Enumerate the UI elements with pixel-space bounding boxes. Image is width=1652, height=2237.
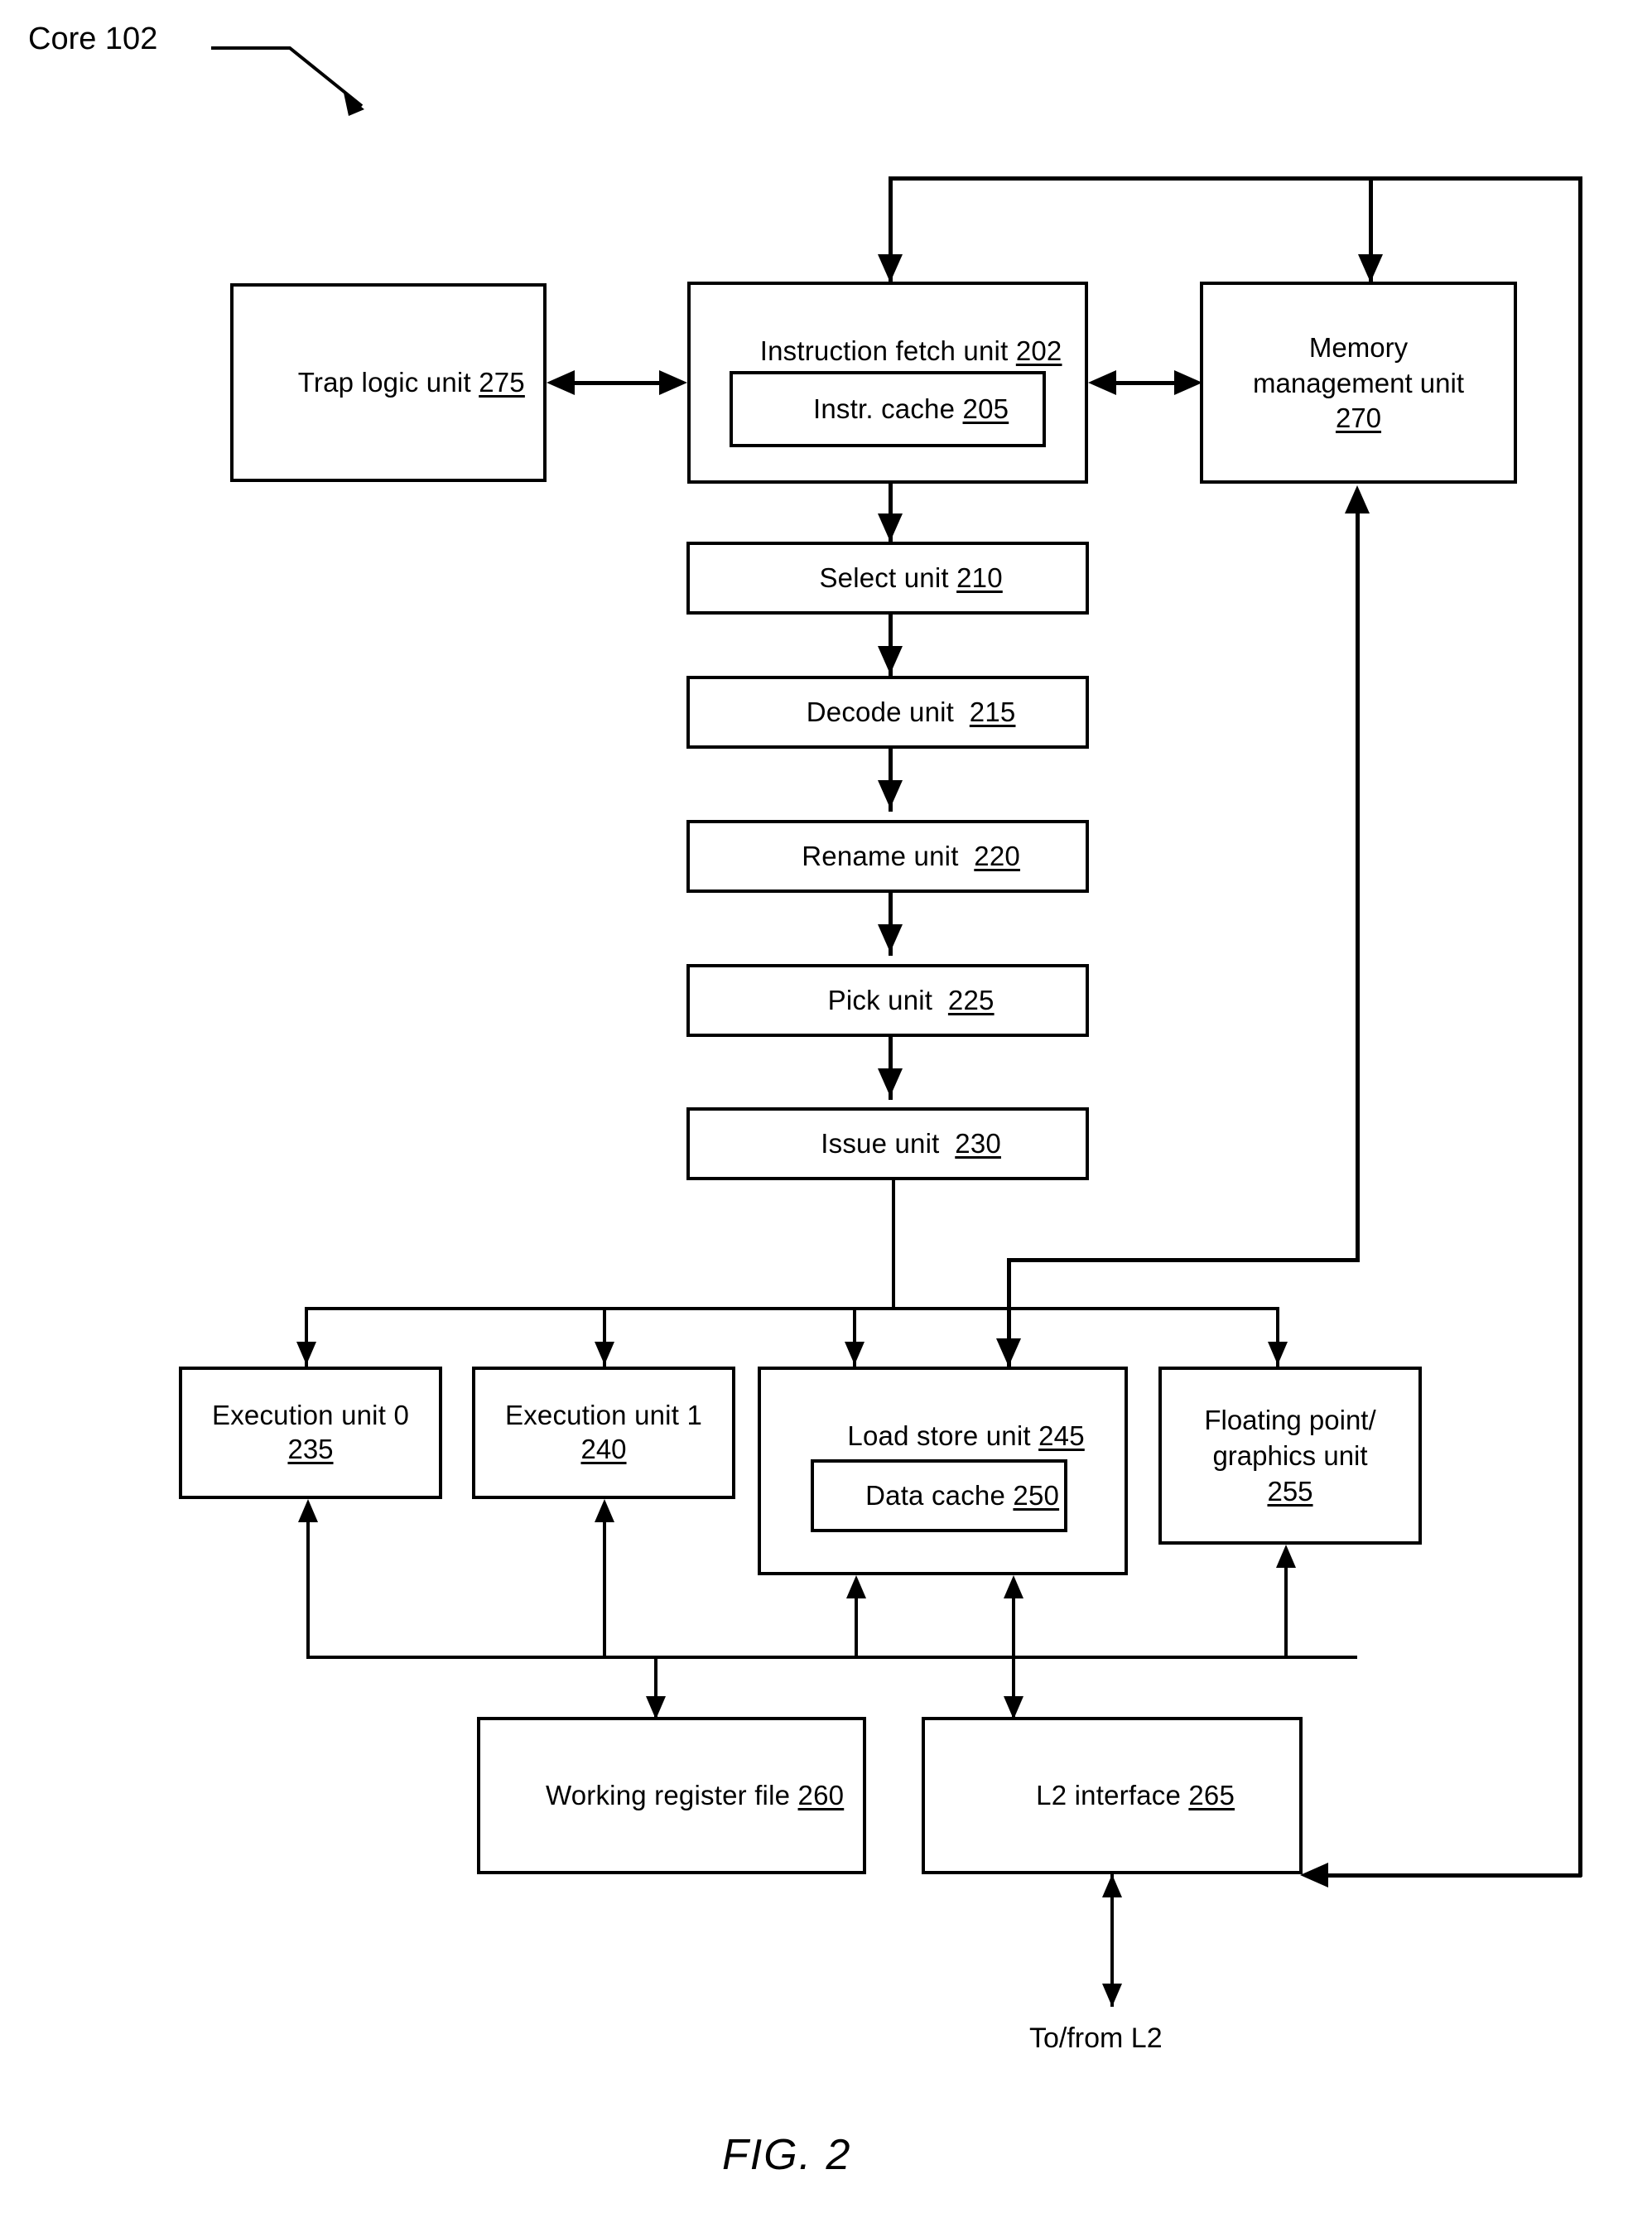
execution-unit-0-label: Execution unit 0 xyxy=(211,1400,410,1431)
writeback-bus-horizontal xyxy=(306,1656,1357,1659)
block-instr-cache[interactable]: Instr. cache 205 xyxy=(730,371,1046,447)
decode-unit-ref: 215 xyxy=(969,696,1016,727)
block-decode-unit[interactable]: Decode unit 215 xyxy=(686,676,1089,749)
arrow-into-l2-interface-right xyxy=(1300,1863,1328,1887)
block-select-unit[interactable]: Select unit 210 xyxy=(686,542,1089,615)
link-ifu-to-mmu xyxy=(1108,381,1184,385)
to-from-l2-label: To/from L2 xyxy=(1029,2022,1163,2054)
load-store-unit-ref: 245 xyxy=(1038,1420,1085,1451)
arrow-into-execution-unit-1 xyxy=(595,1342,614,1365)
issue-fanout-bus xyxy=(305,1307,1279,1310)
top-bus-horizontal xyxy=(889,176,1582,181)
arrow-into-rename-unit xyxy=(878,780,903,808)
writeback-riser-load-store xyxy=(855,1598,858,1657)
block-rename-unit[interactable]: Rename unit 220 xyxy=(686,820,1089,893)
arrow-into-instruction-fetch-unit xyxy=(878,254,903,282)
writeback-riser-exec1 xyxy=(603,1522,606,1657)
pick-unit-label: Pick unit xyxy=(827,984,948,1015)
memory-management-unit-ref: 270 xyxy=(1335,403,1382,434)
instr-cache-label: Instr. cache xyxy=(813,393,963,424)
block-memory-management-unit[interactable]: Memory management unit 270 xyxy=(1200,282,1517,484)
trap-logic-unit-ref: 275 xyxy=(479,366,525,398)
l2-interface-label: L2 interface xyxy=(1036,1779,1189,1810)
arrow-into-working-register-file xyxy=(646,1696,666,1719)
arrow-ifu-mmu-right xyxy=(1174,370,1202,395)
arrow-into-floating-point-unit-bottom xyxy=(1276,1545,1296,1568)
block-data-cache[interactable]: Data cache 250 xyxy=(811,1459,1067,1532)
arrow-into-execution-unit-1-bottom xyxy=(595,1499,614,1522)
rename-unit-label: Rename unit xyxy=(802,840,975,871)
memory-management-unit-label: Memory management unit xyxy=(1253,331,1464,398)
link-trap-to-ifu xyxy=(566,381,669,385)
working-register-file-ref: 260 xyxy=(797,1779,845,1810)
arrow-into-load-store-unit-bottom-right xyxy=(1004,1575,1023,1598)
mmu-feedback-horizontal xyxy=(1007,1258,1360,1262)
block-execution-unit-1[interactable]: Execution unit 1 240 xyxy=(472,1367,735,1499)
working-register-file-label: Working register file xyxy=(545,1779,798,1810)
select-unit-ref: 210 xyxy=(956,562,1003,593)
right-bus-to-l2-horizontal xyxy=(1322,1873,1582,1878)
floating-point-graphics-unit-label: Floating point/ graphics unit xyxy=(1204,1405,1376,1472)
mmu-feedback-vertical xyxy=(1356,513,1360,1262)
arrow-into-memory-management-unit xyxy=(1358,254,1383,282)
arrow-into-execution-unit-0-bottom xyxy=(298,1499,318,1522)
core-label: Core 102 xyxy=(28,22,158,56)
arrow-into-l2-interface-top xyxy=(1004,1696,1023,1719)
right-bus-vertical xyxy=(1578,176,1582,1877)
arrow-into-floating-point-unit xyxy=(1268,1342,1288,1365)
block-issue-unit[interactable]: Issue unit 230 xyxy=(686,1107,1089,1180)
instruction-fetch-unit-ref: 202 xyxy=(1015,335,1062,366)
arrow-into-load-store-unit xyxy=(845,1342,865,1365)
writeback-riser-exec0 xyxy=(306,1522,310,1657)
block-floating-point-graphics-unit[interactable]: Floating point/ graphics unit 255 xyxy=(1158,1367,1422,1545)
figure-caption: FIG. 2 xyxy=(722,2131,852,2179)
arrow-into-pick-unit xyxy=(878,924,903,952)
block-working-register-file[interactable]: Working register file 260 xyxy=(477,1717,866,1874)
data-cache-ref: 250 xyxy=(1013,1480,1060,1511)
decode-unit-label: Decode unit xyxy=(806,696,970,727)
issue-fanout-stem xyxy=(892,1180,895,1309)
execution-unit-1-ref: 240 xyxy=(580,1434,627,1464)
load-store-unit-label: Load store unit xyxy=(847,1420,1039,1451)
execution-unit-1-label: Execution unit 1 xyxy=(504,1400,703,1431)
arrow-to-external-l2 xyxy=(1102,1984,1122,2007)
l2-interface-ref: 265 xyxy=(1188,1779,1235,1810)
instr-cache-ref: 205 xyxy=(962,393,1009,424)
rename-unit-ref: 220 xyxy=(974,840,1020,871)
arrow-into-issue-unit xyxy=(878,1068,903,1097)
execution-unit-0-ref: 235 xyxy=(287,1434,334,1464)
arrow-into-execution-unit-0 xyxy=(296,1342,316,1365)
arrow-into-load-store-unit-second xyxy=(996,1338,1021,1367)
core-leader-line xyxy=(211,46,364,116)
data-cache-label: Data cache xyxy=(865,1480,1014,1511)
arrow-trap-logic-left xyxy=(547,370,575,395)
arrow-ifu-mmu-left xyxy=(1088,370,1116,395)
block-trap-logic-unit[interactable]: Trap logic unit 275 xyxy=(230,283,547,482)
pick-unit-ref: 225 xyxy=(947,984,995,1015)
writeback-riser-fpu xyxy=(1284,1568,1288,1657)
block-pick-unit[interactable]: Pick unit 225 xyxy=(686,964,1089,1037)
issue-unit-label: Issue unit xyxy=(821,1127,956,1159)
block-execution-unit-0[interactable]: Execution unit 0 235 xyxy=(179,1367,442,1499)
arrow-into-memory-management-unit-bottom xyxy=(1345,485,1370,513)
arrow-into-load-store-unit-bottom xyxy=(846,1575,866,1598)
figure-canvas: Core 102 Trap logic unit 275 Instruction… xyxy=(0,0,1652,2237)
l2-to-load-store-riser xyxy=(1012,1598,1015,1657)
trap-logic-unit-label: Trap logic unit xyxy=(297,366,479,398)
arrow-to-l2-interface-bottom xyxy=(1102,1874,1122,1897)
arrow-instruction-fetch-right xyxy=(659,370,687,395)
select-unit-label: Select unit xyxy=(819,562,957,593)
floating-point-graphics-unit-ref: 255 xyxy=(1267,1475,1313,1507)
issue-unit-ref: 230 xyxy=(955,1127,1001,1159)
block-l2-interface[interactable]: L2 interface 265 xyxy=(922,1717,1303,1874)
